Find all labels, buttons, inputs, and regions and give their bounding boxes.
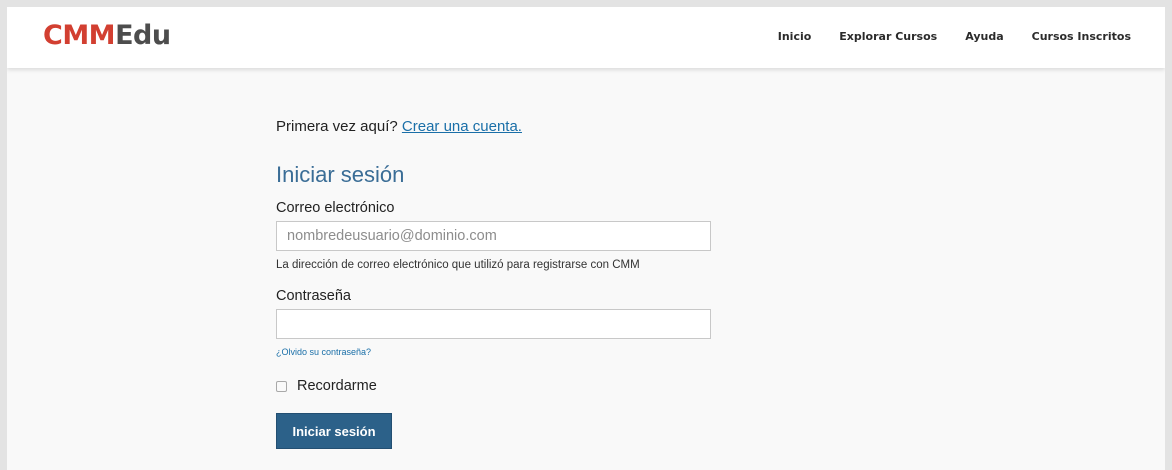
email-field[interactable] [276,221,711,251]
password-label: Contraseña [276,288,351,304]
page-frame: CMMEdu Inicio Explorar Cursos Ayuda Curs… [7,7,1165,470]
forgot-password-link[interactable]: ¿Olvido su contraseña? [276,347,736,358]
nav-item-ayuda[interactable]: Ayuda [965,30,1003,43]
email-label: Correo electrónico [276,200,395,216]
signup-prompt-text: Primera vez aquí? [276,118,398,135]
login-title: Iniciar sesión [276,162,405,187]
main-nav: Inicio Explorar Cursos Ayuda Cursos Insc… [778,30,1131,43]
login-panel: Primera vez aquí? Crear una cuenta. Inic… [276,118,736,449]
nav-item-inicio[interactable]: Inicio [778,30,812,43]
site-header: CMMEdu Inicio Explorar Cursos Ayuda Curs… [7,7,1165,68]
password-field[interactable] [276,309,711,339]
logo-part-cmm: CMM [43,20,116,51]
remember-me-label[interactable]: Recordarme [297,378,377,394]
email-hint: La dirección de correo electrónico que u… [276,259,640,271]
nav-item-explorar-cursos[interactable]: Explorar Cursos [839,30,937,43]
signup-prompt: Primera vez aquí? Crear una cuenta. [276,118,736,136]
nav-item-cursos-inscritos[interactable]: Cursos Inscritos [1032,30,1131,43]
remember-me-row: Recordarme [276,378,736,394]
site-logo[interactable]: CMMEdu [43,20,171,52]
create-account-link[interactable]: Crear una cuenta. [402,118,522,135]
logo-part-edu: Edu [115,20,171,51]
login-submit-button[interactable]: Iniciar sesión [276,413,392,449]
remember-me-checkbox[interactable] [276,380,287,392]
